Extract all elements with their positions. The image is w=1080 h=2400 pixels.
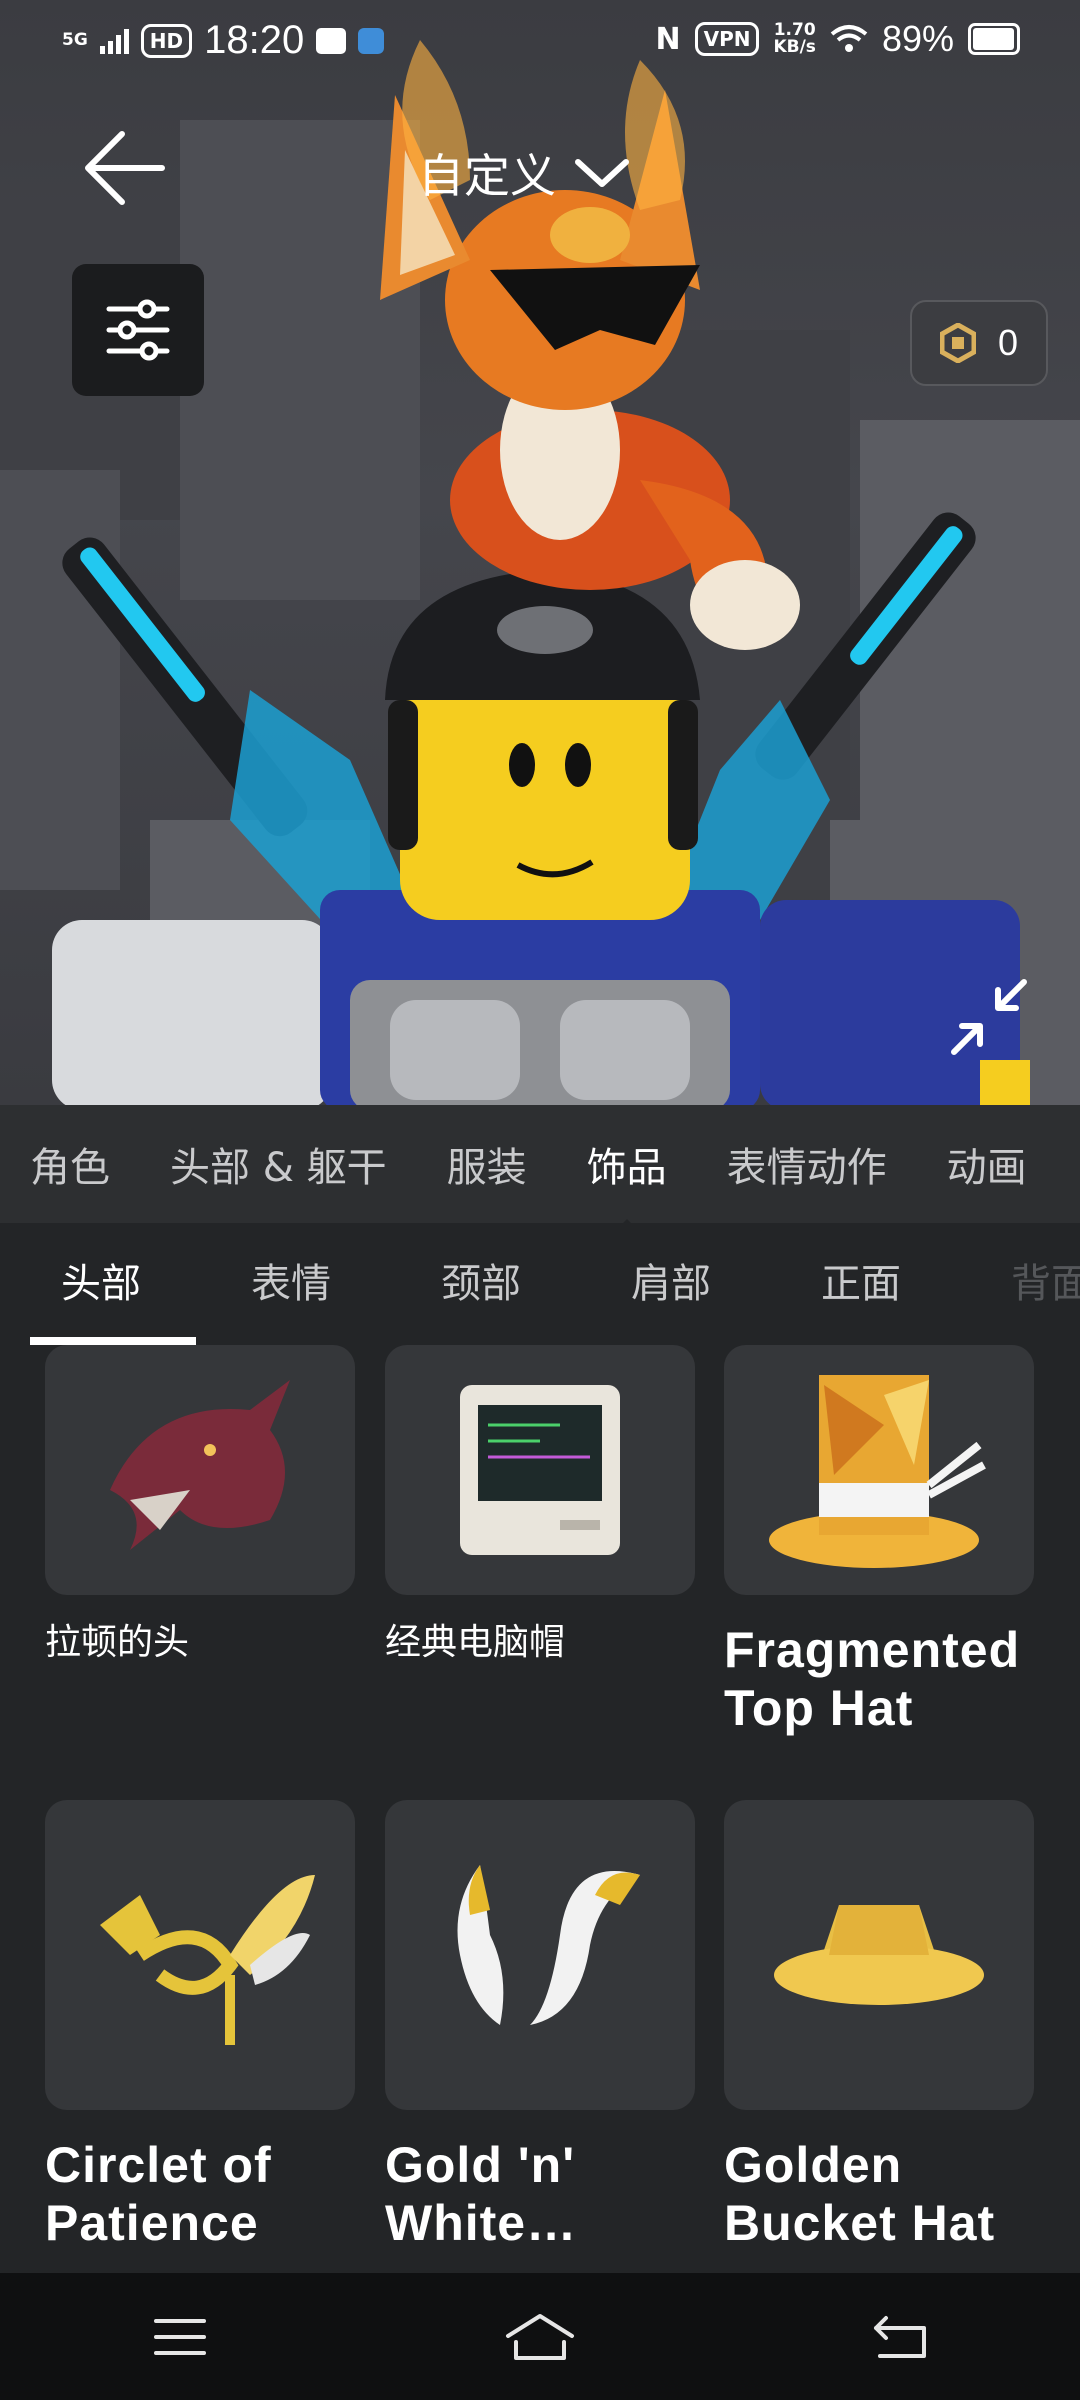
computer-hat-icon <box>460 1385 620 1555</box>
subtab-face[interactable]: 表情 <box>196 1223 386 1345</box>
item-thumbnail <box>45 1800 355 2110</box>
signal-icon <box>99 28 129 54</box>
network-indicator: 5G <box>62 30 88 50</box>
minimize-icon <box>951 979 1027 1055</box>
winged-circlet-icon <box>100 1875 315 2045</box>
network-speed-unit: KB/s <box>773 37 816 57</box>
subtab-head[interactable]: 头部 <box>6 1223 196 1345</box>
chevron-down-icon <box>575 159 629 187</box>
wifi-icon <box>830 25 868 52</box>
mail-icon <box>316 27 347 54</box>
tab-clothing[interactable]: 服装 <box>417 1135 557 1193</box>
item-name: Golden Bucket Hat <box>724 2137 996 2251</box>
subtab-neck[interactable]: 颈部 <box>386 1223 576 1345</box>
category-tabs: 角色 头部 & 躯干 服装 饰品 表情动作 动画 <box>0 1105 1080 1223</box>
recent-apps-button[interactable] <box>140 2297 220 2377</box>
vpn-badge: VPN <box>694 22 760 56</box>
page-title: 自定义 <box>418 149 556 203</box>
battery-percent: 89% <box>881 18 954 59</box>
app-notification-icon <box>358 27 385 54</box>
sliders-icon <box>106 299 170 361</box>
subtab-front[interactable]: 正面 <box>766 1223 956 1345</box>
battery-icon <box>968 23 1020 55</box>
item-name: Fragmented Top Hat <box>724 1622 1021 1736</box>
item-name: 经典电脑帽 <box>385 1622 566 1663</box>
left-blade <box>62 537 420 930</box>
filter-button[interactable] <box>72 264 204 396</box>
clock: 18:20 <box>204 18 305 62</box>
accessory-subtabs: 头部 表情 颈部 肩部 正面 背面 <box>0 1223 1080 1345</box>
item-thumbnail <box>45 1345 355 1595</box>
item-card[interactable]: Gold 'n' White… <box>385 1800 695 2252</box>
mode-dropdown[interactable]: 自定义 <box>418 140 630 206</box>
item-card[interactable]: Fragmented Top Hat <box>724 1345 1034 1737</box>
item-thumbnail <box>385 1800 695 2110</box>
top-hat-icon <box>769 1375 986 1568</box>
robux-icon <box>939 323 976 363</box>
item-card[interactable]: Golden Bucket Hat <box>724 1800 1034 2252</box>
battery-level <box>973 28 1014 50</box>
system-nav-bar <box>0 2273 1080 2400</box>
item-card[interactable]: 经典电脑帽 <box>385 1345 695 1665</box>
horns-icon <box>457 1865 640 2025</box>
subtab-back[interactable]: 背面 <box>956 1223 1080 1345</box>
bucket-hat-icon <box>774 1905 984 2005</box>
tab-animations[interactable]: 动画 <box>917 1135 1057 1193</box>
item-card[interactable]: 拉顿的头 <box>45 1345 355 1665</box>
tab-accessories[interactable]: 饰品 <box>557 1135 697 1223</box>
robux-balance[interactable]: 0 <box>910 300 1048 386</box>
tab-emotes[interactable]: 表情动作 <box>697 1135 917 1193</box>
item-card[interactable]: Circlet of Patience <box>45 1800 355 2252</box>
home-button[interactable] <box>500 2297 580 2377</box>
item-thumbnail <box>385 1345 695 1595</box>
item-grid: 拉顿的头 经典电脑帽 Fragmented Top Hat Circlet of… <box>0 1345 1080 2273</box>
tab-head-body[interactable]: 头部 & 躯干 <box>140 1135 417 1193</box>
nfc-icon: N <box>655 21 681 57</box>
item-thumbnail <box>724 1800 1034 2110</box>
hd-badge: HD <box>140 23 193 58</box>
status-bar: 5G HD 18:20 N VPN 1.70 KB/s 89% <box>0 0 1080 84</box>
arrow-left-icon <box>85 131 165 205</box>
subtab-shoulder[interactable]: 肩部 <box>576 1223 766 1345</box>
item-name: 拉顿的头 <box>45 1622 190 1663</box>
tab-character[interactable]: 角色 <box>0 1135 140 1193</box>
back-nav-button[interactable] <box>860 2297 940 2377</box>
item-name: Gold 'n' White… <box>385 2137 578 2251</box>
item-thumbnail <box>724 1345 1034 1595</box>
home-icon <box>506 2313 574 2360</box>
back-icon <box>874 2315 926 2358</box>
dragon-head-icon <box>110 1380 290 1550</box>
back-button[interactable] <box>82 126 166 210</box>
avatar-viewport[interactable]: 5G HD 18:20 N VPN 1.70 KB/s 89% 自定义 0 <box>0 0 1080 1105</box>
collapse-view-button[interactable] <box>948 976 1030 1058</box>
item-name: Circlet of Patience <box>45 2137 272 2251</box>
network-speed: 1.70 KB/s <box>773 22 815 56</box>
robux-amount: 0 <box>997 322 1019 363</box>
menu-icon <box>154 2318 206 2355</box>
